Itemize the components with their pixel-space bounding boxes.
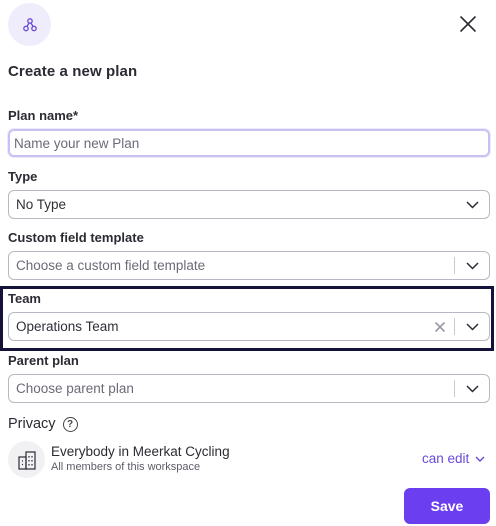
custom-field-template-label: Custom field template [8,230,144,245]
plan-name-input[interactable] [10,135,488,151]
type-label: Type [8,169,38,184]
plan-name-field-wrapper [8,129,490,157]
dialog-title: Create a new plan [8,63,138,80]
parent-plan-label: Parent plan [8,353,79,368]
parent-plan-placeholder: Choose parent plan [16,381,134,396]
help-icon[interactable]: ? [62,416,78,432]
team-select[interactable]: Operations Team [8,312,490,341]
chevron-down-icon[interactable] [455,191,489,218]
chevron-down-icon[interactable] [455,252,489,279]
save-button[interactable]: Save [404,488,490,524]
permission-value: can edit [422,451,470,466]
close-icon [460,16,476,32]
parent-plan-select[interactable]: Choose parent plan [8,374,490,403]
chevron-down-icon[interactable] [455,375,489,402]
permission-dropdown[interactable]: can edit [422,451,485,466]
building-icon [8,441,45,478]
type-selected-value: No Type [16,197,67,212]
team-selected-value: Operations Team [16,319,119,334]
access-group-description: All members of this workspace [51,461,201,473]
clear-icon [435,321,445,332]
plan-icon [8,3,51,46]
chevron-down-icon[interactable] [455,313,489,340]
privacy-label: Privacy [8,416,56,432]
close-button[interactable] [456,12,480,36]
clear-selection-button[interactable] [426,313,454,340]
team-label: Team [8,291,41,306]
custom-field-template-placeholder: Choose a custom field template [16,258,206,273]
chevron-down-icon [475,456,485,462]
custom-field-template-select[interactable]: Choose a custom field template [8,251,490,280]
plan-name-label: Plan name* [8,108,79,123]
type-select[interactable]: No Type [8,190,490,219]
access-group-name: Everybody in Meerkat Cycling [51,444,230,459]
privacy-heading: Privacy ? [8,416,78,432]
